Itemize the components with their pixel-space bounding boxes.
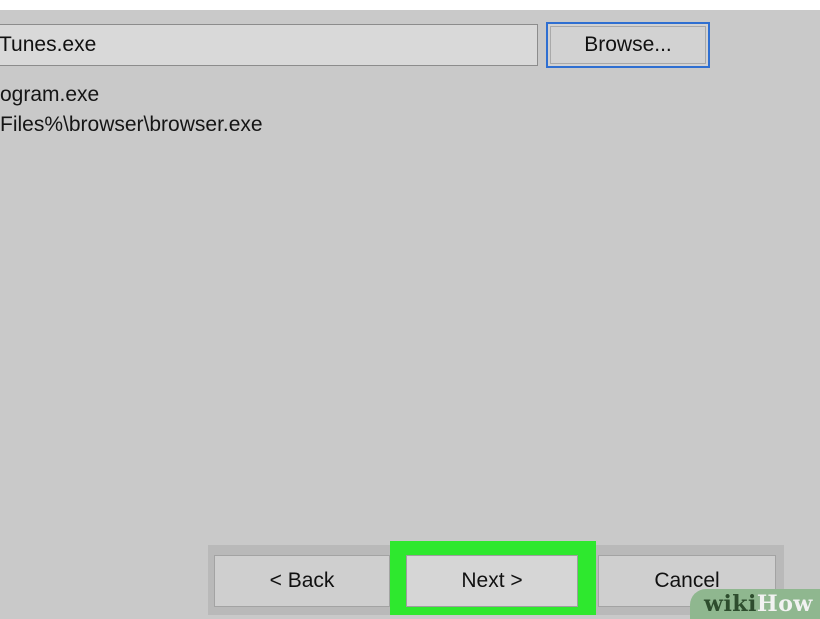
watermark-how-text: How [756,591,813,617]
top-margin [0,0,820,10]
recent-program-item[interactable]: Files%\browser\browser.exe [0,110,263,140]
program-location-dialog: Tunes.exe Browse... ogram.exe Files%\bro… [0,10,820,615]
watermark-wiki-text: wiki [704,591,757,617]
browse-button[interactable]: Browse... [546,22,710,68]
program-path-input[interactable]: Tunes.exe [0,24,538,66]
next-button[interactable]: Next > [406,555,578,607]
recent-programs-list: ogram.exe Files%\browser\browser.exe [0,80,263,140]
recent-program-item[interactable]: ogram.exe [0,80,263,110]
back-button[interactable]: < Back [214,555,390,607]
